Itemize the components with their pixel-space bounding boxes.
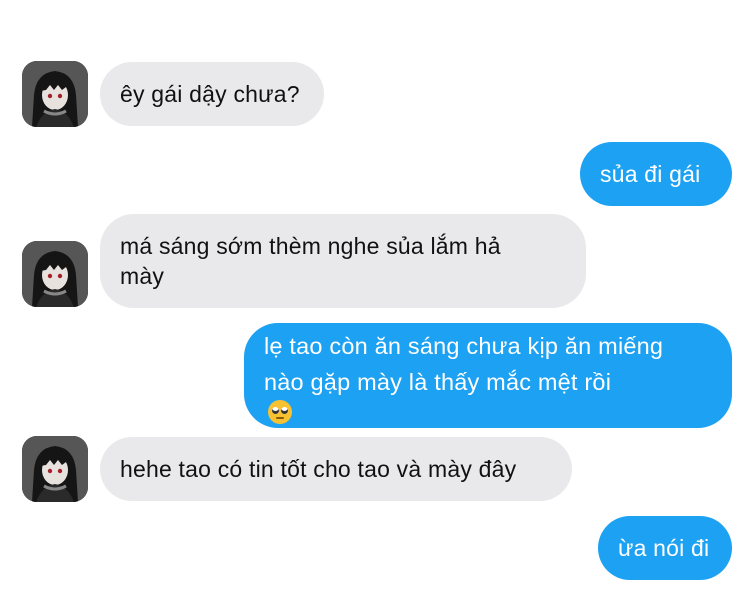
message-text: hehe tao có tin tốt cho tao và mày đây [120,456,517,482]
message-text-line: mày [120,263,165,289]
message-bubble-incoming[interactable]: má sáng sớm thèm nghe sủa lắm hả mày [100,214,586,308]
message-text: sủa đi gái [600,161,701,187]
message-text: êy gái dậy chưa? [120,81,300,107]
face-with-rolling-eyes-icon [268,399,292,424]
message-text-line: nào gặp mày là thấy mắc mệt rồi [264,364,663,424]
message-bubble-incoming[interactable]: hehe tao có tin tốt cho tao và mày đây [100,437,572,501]
message-bubble-outgoing[interactable]: lẹ tao còn ăn sáng chưa kịp ăn miếng nào… [244,323,732,428]
message-bubble-outgoing[interactable]: ừa nói đi [598,516,732,580]
message-text-segment: nào gặp mày là thấy mắc mệt rồi [264,368,612,395]
message-text-block: lẹ tao còn ăn sáng chưa kịp ăn miếng nào… [264,328,663,424]
avatar-image [22,241,88,307]
chat-thread: êy gái dậy chưa? sủa đi gái má sáng sớm … [0,0,754,600]
message-text-block: má sáng sớm thèm nghe sủa lắm hả mày [120,231,501,291]
message-text-line: má sáng sớm thèm nghe sủa lắm hả [120,233,501,259]
avatar[interactable] [22,436,88,502]
message-text-line: lẹ tao còn ăn sáng chưa kịp ăn miếng [264,332,664,359]
message-bubble-incoming[interactable]: êy gái dậy chưa? [100,62,324,126]
avatar[interactable] [22,61,88,127]
avatar-image [22,61,88,127]
message-bubble-outgoing[interactable]: sủa đi gái [580,142,732,206]
message-text: ừa nói đi [618,535,710,561]
avatar-image [22,436,88,502]
avatar[interactable] [22,241,88,307]
